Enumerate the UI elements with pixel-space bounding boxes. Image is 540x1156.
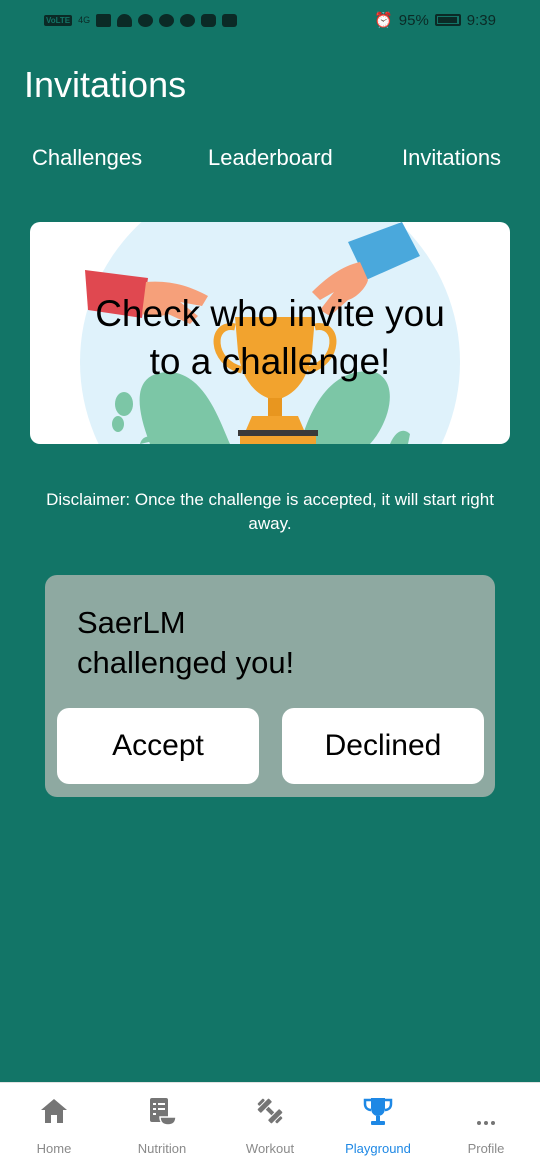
banner-line-1: Check who invite you — [95, 293, 445, 334]
signal-icon — [96, 13, 112, 27]
nav-item-profile[interactable]: Profile — [432, 1083, 540, 1156]
disclaimer-text: Disclaimer: Once the challenge is accept… — [46, 490, 494, 533]
tab-invitations[interactable]: Invitations — [402, 145, 501, 171]
nav-label-nutrition: Nutrition — [137, 1141, 187, 1156]
banner-line-2: to a challenge! — [149, 341, 391, 382]
tab-leaderboard[interactable]: Leaderboard — [208, 145, 333, 171]
invitation-message: SaerLM challenged you! — [77, 603, 457, 683]
nav-item-home[interactable]: Home — [0, 1083, 108, 1156]
invitation-banner: Check who invite you to a challenge! — [30, 222, 510, 444]
battery-icon — [434, 14, 461, 26]
clock-app-icon — [180, 13, 196, 27]
nav-item-playground[interactable]: Playground — [324, 1083, 432, 1156]
nav-label-playground: Playground — [345, 1141, 411, 1156]
app-notification-icon — [138, 13, 154, 27]
home-icon — [41, 1099, 67, 1123]
accept-button[interactable]: Accept — [57, 708, 259, 784]
battery-percent: 95% — [398, 11, 429, 29]
nav-label-profile: Profile — [467, 1141, 505, 1156]
nav-item-nutrition[interactable]: Nutrition — [108, 1083, 216, 1156]
instagram-icon — [201, 13, 217, 27]
youtube-icon — [222, 13, 238, 27]
challenge-message: challenged you! — [77, 645, 295, 680]
trophy-icon — [363, 1098, 393, 1125]
decline-button[interactable]: Declined — [282, 708, 484, 784]
invitation-card: SaerLM challenged you! Accept Declined — [45, 575, 495, 797]
nutrition-icon — [150, 1098, 177, 1126]
app-notification-icon — [159, 13, 175, 27]
bottom-navigation: Home Nutrition Workout Playground Profil… — [0, 1082, 540, 1156]
nav-item-workout[interactable]: Workout — [216, 1083, 324, 1156]
nav-label-workout: Workout — [245, 1141, 295, 1156]
status-bar: VoLTE 4G ⏰ 95% 9:39 — [0, 0, 540, 40]
more-icon — [477, 1121, 495, 1125]
dumbbell-icon — [257, 1098, 283, 1124]
tab-bar: Challenges Leaderboard Invitations — [0, 145, 540, 179]
status-right-indicators: ⏰ 95% 9:39 — [374, 11, 496, 30]
alarm-icon: ⏰ — [374, 12, 393, 29]
wifi-icon — [117, 13, 133, 27]
clock-time: 9:39 — [466, 11, 496, 29]
page-title: Invitations — [24, 64, 187, 105]
banner-headline: Check who invite you to a challenge! — [30, 290, 510, 386]
challenger-name: SaerLM — [77, 605, 186, 640]
network-4g-icon: 4G — [78, 15, 91, 25]
volte-icon: VoLTE — [44, 14, 73, 26]
tab-challenges[interactable]: Challenges — [32, 145, 142, 171]
status-left-indicators: VoLTE 4G — [44, 13, 238, 27]
nav-label-home: Home — [36, 1141, 72, 1156]
